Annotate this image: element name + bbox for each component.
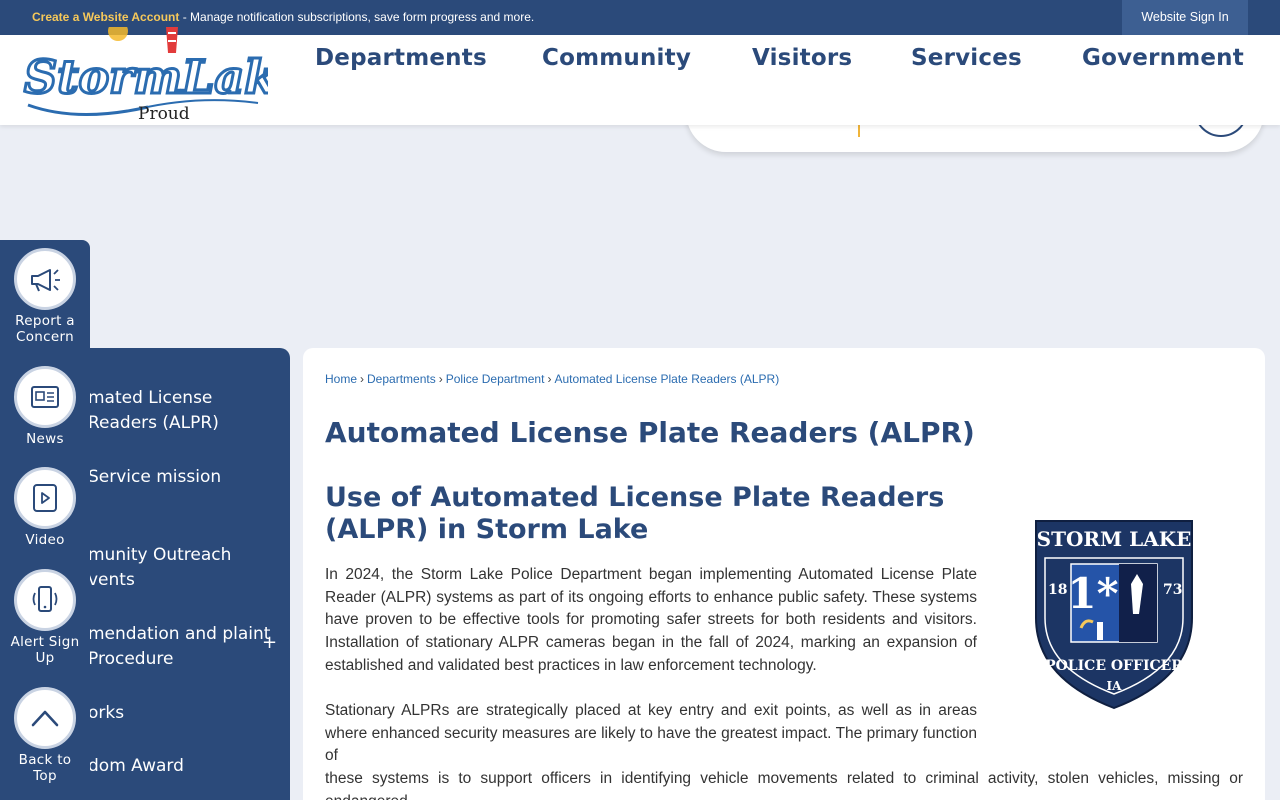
expand-toggle[interactable]: + bbox=[262, 632, 277, 653]
account-message: Create a Website Account - Manage notifi… bbox=[32, 10, 534, 24]
intro-paragraph: In 2024, the Storm Lake Police Departmen… bbox=[325, 566, 977, 674]
site-header: StormLake Proud Departments Community Vi… bbox=[0, 21, 1280, 125]
sidenav-item-networks[interactable]: orks bbox=[88, 701, 278, 726]
section-heading: Use of Automated License Plate Readers (… bbox=[325, 482, 945, 545]
paragraph-text: these systems is to support officers in … bbox=[325, 770, 1243, 800]
badge-state: IA bbox=[1107, 679, 1123, 693]
breadcrumb-departments[interactable]: Departments bbox=[367, 372, 436, 386]
breadcrumb-police-department[interactable]: Police Department bbox=[446, 372, 545, 386]
sidenav-item-civil-service[interactable]: Service mission bbox=[88, 465, 278, 490]
quick-link-label: Video bbox=[25, 532, 65, 548]
nav-departments[interactable]: Departments bbox=[315, 45, 487, 71]
logo-text: StormLake bbox=[24, 50, 268, 104]
quick-link-video[interactable]: Video bbox=[0, 467, 90, 548]
breadcrumb-home[interactable]: Home bbox=[325, 372, 357, 386]
badge-right-year: 73 bbox=[1163, 582, 1182, 598]
quick-links-panel: Report a Concern News Video Alert Sign U… bbox=[0, 240, 90, 800]
badge-top-text: STORM LAKE bbox=[1037, 527, 1192, 551]
quick-link-label: News bbox=[26, 431, 64, 447]
main-content: Home › Departments › Police Department › Autom… bbox=[303, 348, 1265, 800]
logo-subtext: Proud bbox=[138, 104, 190, 122]
sidenav-item-alpr[interactable]: mated License Readers (ALPR) bbox=[88, 386, 278, 436]
storm-lake-logo[interactable]: StormLake Proud bbox=[18, 21, 307, 124]
megaphone-icon bbox=[14, 248, 76, 310]
police-badge-image: STORM LAKE 1* 18 73 POLICE OFFICER IA bbox=[1033, 518, 1195, 710]
search-divider bbox=[858, 123, 860, 137]
quick-link-news[interactable]: News bbox=[0, 366, 90, 447]
newspaper-icon bbox=[14, 366, 76, 428]
badge-left-year: 18 bbox=[1048, 582, 1067, 598]
breadcrumb-separator: › bbox=[360, 372, 365, 386]
stationary-alpr-paragraph: Stationary ALPRs are strategically place… bbox=[325, 700, 1243, 800]
sidenav-item-community-outreach[interactable]: munity Outreach vents bbox=[88, 543, 278, 593]
nav-services[interactable]: Services bbox=[911, 45, 1022, 71]
breadcrumb-separator: › bbox=[547, 372, 552, 386]
quick-link-report-concern[interactable]: Report a Concern bbox=[0, 248, 90, 345]
badge-bottom-text: POLICE OFFICER bbox=[1045, 658, 1183, 674]
phone-alert-icon bbox=[14, 569, 76, 631]
video-icon bbox=[14, 467, 76, 529]
quick-link-label: Report a Concern bbox=[15, 313, 75, 345]
website-sign-in-button[interactable]: Website Sign In bbox=[1122, 0, 1248, 35]
breadcrumb-separator: › bbox=[438, 372, 443, 386]
nav-government[interactable]: Government bbox=[1082, 45, 1244, 71]
badge-number: 1* bbox=[1067, 569, 1118, 618]
create-account-link[interactable]: Create a Website Account bbox=[32, 10, 179, 24]
page-title: Automated License Plate Readers (ALPR) bbox=[325, 416, 975, 449]
chevron-up-icon bbox=[14, 687, 76, 749]
paragraph-text: Stationary ALPRs are strategically place… bbox=[325, 702, 977, 765]
breadcrumb: Home › Departments › Police Department › Autom… bbox=[325, 372, 779, 386]
nav-visitors[interactable]: Visitors bbox=[752, 45, 852, 71]
sidenav-item-commendation[interactable]: mendation and plaint Procedure bbox=[88, 622, 278, 672]
quick-link-label: Back to Top bbox=[18, 752, 72, 784]
quick-link-alert-sign-up[interactable]: Alert Sign Up bbox=[0, 569, 90, 666]
sidenav-item-freedom-award[interactable]: dom Award bbox=[88, 754, 278, 779]
quick-link-back-to-top[interactable]: Back to Top bbox=[0, 687, 90, 784]
nav-community[interactable]: Community bbox=[542, 45, 691, 71]
account-description: - Manage notification subscriptions, sav… bbox=[179, 10, 535, 24]
quick-link-label: Alert Sign Up bbox=[10, 634, 80, 666]
breadcrumb-current[interactable]: Automated License Plate Readers (ALPR) bbox=[554, 372, 779, 386]
